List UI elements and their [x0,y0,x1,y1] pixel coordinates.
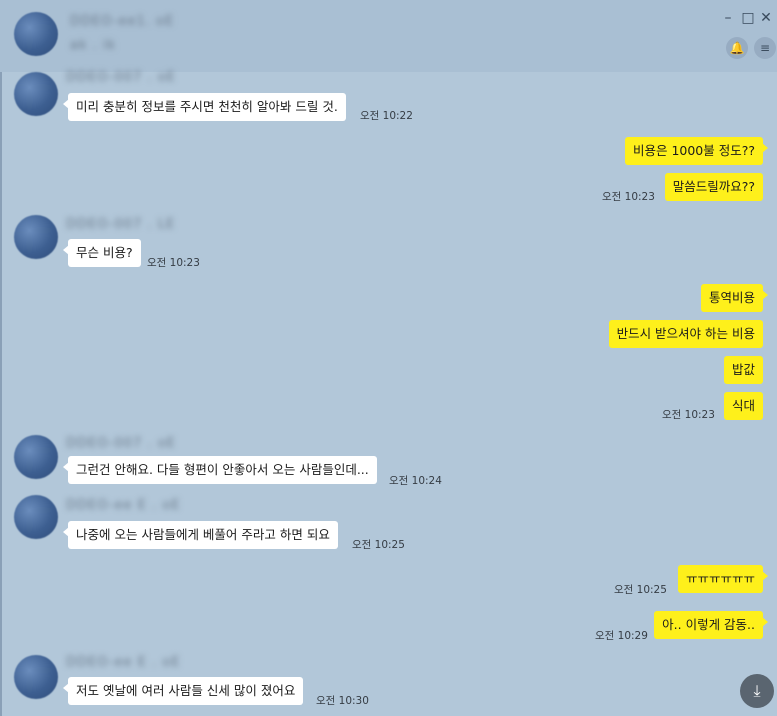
message-bubble-outgoing: 말씀드릴까요?? [664,173,763,201]
sender-name: DDEO-ee E . oE [66,655,181,670]
message-time: 오전 10:30 [316,695,369,707]
chat-room-status: ak . ik [70,38,117,53]
sender-avatar[interactable] [14,215,58,259]
sender-name: DDEO-ee E . oE [66,498,181,513]
message-bubble-incoming: 저도 옛날에 여러 사람들 신세 많이 졌어요 [62,677,304,705]
message-bubble-outgoing: 반드시 받으셔야 하는 비용 [608,320,763,348]
close-icon[interactable]: ✕ [758,10,774,26]
message-bubble-outgoing: 아.. 이렇게 감동.. [654,611,768,639]
message-time: 오전 10:23 [662,409,715,421]
sender-avatar[interactable] [14,435,58,479]
sender-name: DDEO-007 . LE [66,217,176,232]
message-bubble-outgoing: ㅠㅠㅠㅠㅠㅠ [677,565,769,593]
message-bubble-outgoing: 밥값 [723,356,763,384]
scroll-down-icon[interactable]: ⤓ [740,674,774,708]
chat-room-avatar[interactable] [14,12,58,56]
maximize-icon[interactable]: □ [740,10,756,26]
message-time: 오전 10:25 [352,539,405,551]
message-time: 오전 10:25 [614,584,667,596]
sender-name: DDEO-007 . oE [66,436,176,451]
minimize-icon[interactable]: – [720,10,736,26]
message-bubble-incoming: 미리 충분히 정보를 주시면 천천히 알아봐 드릴 것. [63,93,346,121]
message-time: 오전 10:23 [602,191,655,203]
message-time: 오전 10:24 [389,475,442,487]
message-bubble-outgoing: 비용은 1000불 정도?? [624,137,769,165]
message-bubble-outgoing: 식대 [723,392,763,420]
chat-room-name: DDEO-ee1. oE [70,14,175,29]
sender-name: DDEO-007 . oE [66,70,176,85]
sender-avatar[interactable] [14,72,58,116]
message-time: 오전 10:29 [595,630,648,642]
sender-avatar[interactable] [14,495,58,539]
bell-icon[interactable]: 🔔 [726,37,748,59]
window-left-edge [0,72,2,716]
chat-header: DDEO-ee1. oE ak . ik – □ ✕ 🔔 ≡ [0,0,777,72]
message-bubble-incoming: 그런건 안해요. 다들 형편이 안좋아서 오는 사람들인데... [63,456,377,484]
menu-icon[interactable]: ≡ [754,37,776,59]
message-bubble-outgoing: 통역비용 [700,284,769,312]
message-bubble-incoming: 무슨 비용? [63,239,141,267]
message-time: 오전 10:23 [147,257,200,269]
message-time: 오전 10:22 [360,110,413,122]
sender-avatar[interactable] [14,655,58,699]
message-bubble-incoming: 나중에 오는 사람들에게 베풀어 주라고 하면 되요 [63,521,338,549]
